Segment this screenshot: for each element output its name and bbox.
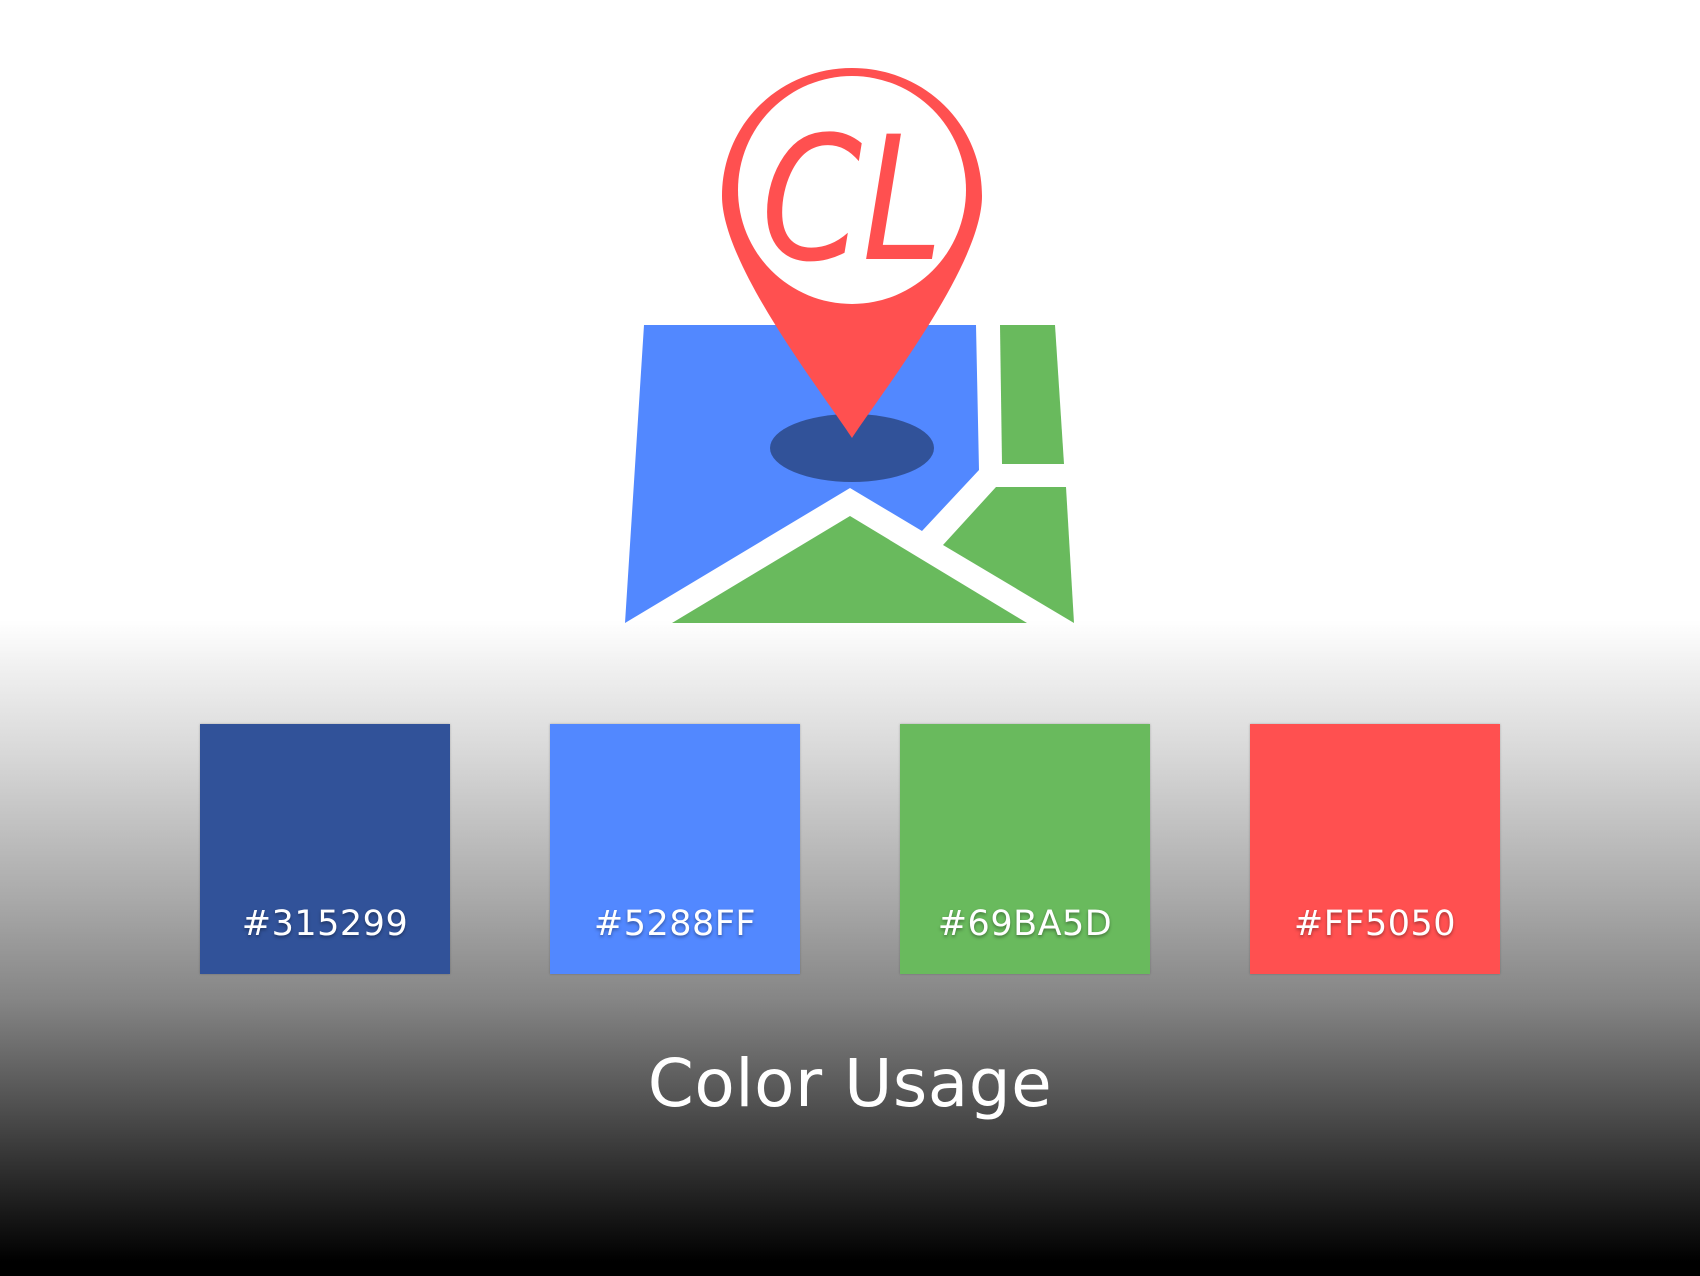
swatch-hex-label: #69BA5D [937, 904, 1113, 944]
swatch-red: #FF5050 [1250, 724, 1500, 974]
swatch-hex-label: #5288FF [593, 904, 757, 944]
swatch-blue: #5288FF [550, 724, 800, 974]
swatch-green: #69BA5D [900, 724, 1150, 974]
page-title: Color Usage [647, 1045, 1053, 1122]
swatch-dark-blue: #315299 [200, 724, 450, 974]
swatch-hex-label: #315299 [241, 904, 409, 944]
swatch-hex-label: #FF5050 [1293, 904, 1457, 944]
